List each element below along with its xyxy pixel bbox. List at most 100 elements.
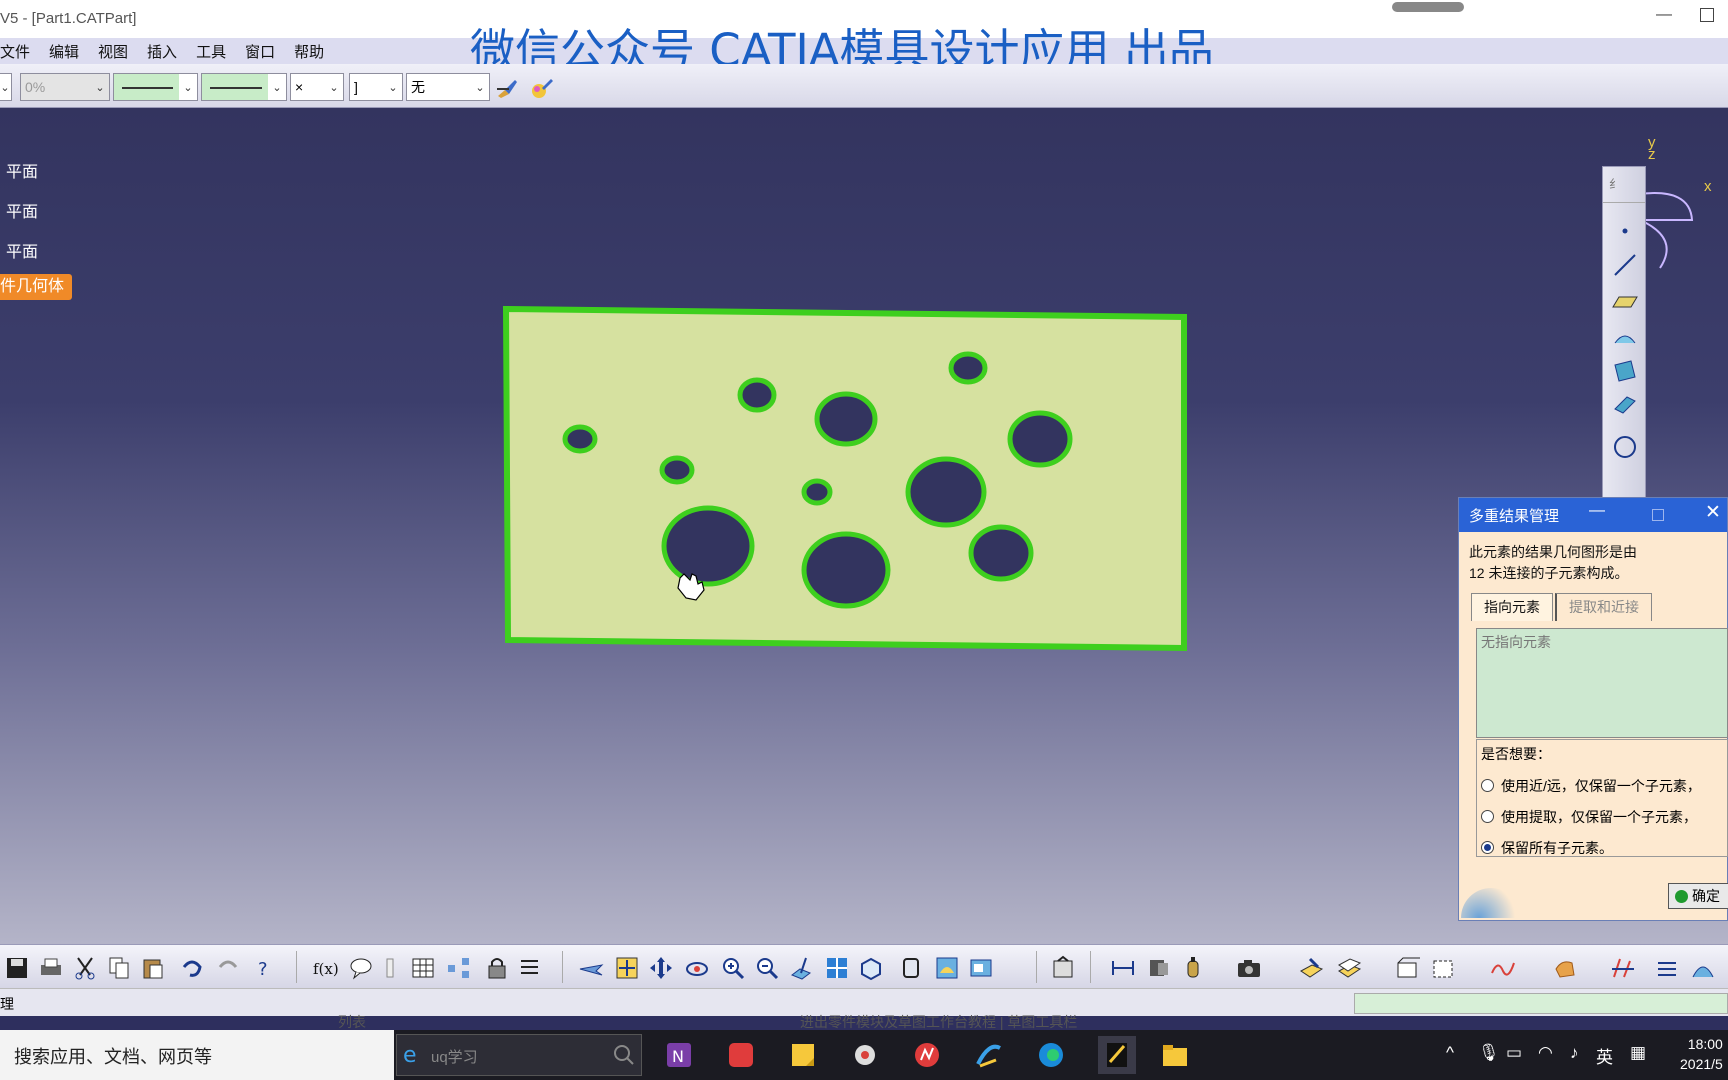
menu-view[interactable]: 视图 xyxy=(98,41,128,62)
close-icon[interactable]: ✕ xyxy=(1705,501,1721,524)
capture-camera-icon[interactable] xyxy=(1236,955,1262,981)
taskbar-search-box[interactable]: 搜索应用、文档、网页等 xyxy=(0,1030,394,1080)
paint-brush-icon[interactable] xyxy=(495,76,519,100)
radio-near-far[interactable] xyxy=(1481,779,1494,792)
line-thickness-combo[interactable]: ⌄ xyxy=(113,73,198,101)
swap-visible-space-icon[interactable] xyxy=(968,955,994,981)
plane-icon[interactable] xyxy=(1611,287,1639,315)
wifi-icon[interactable]: ◠ xyxy=(1538,1043,1553,1063)
zoom-out-icon[interactable] xyxy=(754,955,780,981)
volume-icon[interactable]: ♪ xyxy=(1570,1043,1579,1063)
internet-explorer-icon[interactable]: e xyxy=(400,1040,428,1068)
minimize-icon[interactable]: — xyxy=(1589,502,1605,520)
sketch-icon[interactable] xyxy=(1298,955,1324,981)
redo-icon[interactable] xyxy=(216,955,242,981)
search-icon[interactable] xyxy=(612,1043,636,1067)
formula-icon[interactable]: f(x) xyxy=(312,955,338,981)
maximize-icon[interactable] xyxy=(1700,8,1714,22)
knowledge-advisor-icon[interactable] xyxy=(348,955,374,981)
extrude-surface-icon[interactable] xyxy=(1611,323,1639,351)
command-input[interactable] xyxy=(1354,993,1728,1014)
normal-view-icon[interactable] xyxy=(788,955,814,981)
catia-active-window-icon[interactable] xyxy=(1098,1036,1136,1074)
paste-icon[interactable] xyxy=(140,955,166,981)
workbench-hand-icon[interactable] xyxy=(1552,955,1578,981)
transparency-combo[interactable]: 0% ⌄ xyxy=(20,73,110,101)
menu-insert[interactable]: 插入 xyxy=(147,41,177,62)
media-player-icon[interactable] xyxy=(912,1040,942,1070)
circle-icon[interactable] xyxy=(1611,433,1639,461)
option-keep-all[interactable]: 保留所有子元素。 xyxy=(1477,832,1727,863)
properties-brush-icon[interactable] xyxy=(530,76,554,100)
ie-search-box[interactable]: uq学习 xyxy=(396,1034,642,1076)
fly-mode-icon[interactable] xyxy=(578,955,604,981)
save-icon[interactable] xyxy=(4,955,30,981)
line-type-combo[interactable]: ⌄ xyxy=(201,73,287,101)
print-icon[interactable] xyxy=(38,955,64,981)
maximize-icon[interactable] xyxy=(1652,509,1664,521)
point-icon[interactable] xyxy=(1611,217,1639,245)
microphone-icon[interactable]: 🎙 xyxy=(1478,1043,1500,1063)
file-explorer-icon[interactable] xyxy=(1160,1040,1190,1070)
measure-item-icon[interactable] xyxy=(1146,955,1172,981)
hide-show-icon[interactable] xyxy=(934,955,960,981)
shelling-icon[interactable] xyxy=(1394,955,1420,981)
ime-language[interactable]: 英 xyxy=(1596,1043,1613,1068)
clock[interactable]: 18:00 2021/5 xyxy=(1680,1034,1723,1074)
menu-edit[interactable]: 编辑 xyxy=(49,41,79,62)
option-near-far[interactable]: 使用近/远，仅保留一个子元素， xyxy=(1477,770,1727,801)
measure-between-icon[interactable] xyxy=(1110,955,1136,981)
rendering-style-combo[interactable]: ] ⌄ xyxy=(349,73,403,101)
battery-icon[interactable]: ▭ xyxy=(1506,1043,1522,1063)
multi-view-icon[interactable] xyxy=(824,955,850,981)
lock-icon[interactable] xyxy=(484,955,510,981)
edge-browser-icon[interactable] xyxy=(1036,1040,1066,1070)
tray-expand-icon[interactable]: ^ xyxy=(1446,1043,1454,1063)
shape-analysis-icon[interactable] xyxy=(1654,955,1680,981)
positioned-sketch-icon[interactable] xyxy=(1336,955,1362,981)
menu-tools[interactable]: 工具 xyxy=(196,41,226,62)
surface-curvature-icon[interactable] xyxy=(1490,955,1516,981)
measure-inertia-icon[interactable] xyxy=(1180,955,1206,981)
color-combo[interactable]: ⌄ xyxy=(0,73,12,101)
shading-icon[interactable] xyxy=(898,955,924,981)
iso-view-icon[interactable] xyxy=(858,955,884,981)
radio-keep-all[interactable] xyxy=(1481,841,1494,854)
layer-combo[interactable]: 无 ⌄ xyxy=(406,73,490,101)
offset-surface-icon[interactable] xyxy=(1611,391,1639,419)
app-pinwheel-icon[interactable] xyxy=(850,1040,880,1070)
line-icon[interactable] xyxy=(1611,251,1639,279)
catia-app-icon[interactable] xyxy=(974,1040,1004,1070)
option-extract[interactable]: 使用提取，仅保留一个子元素， xyxy=(1477,801,1727,832)
cut-icon[interactable] xyxy=(72,955,98,981)
undo-icon[interactable] xyxy=(178,955,204,981)
scroll-indicator[interactable] xyxy=(1392,2,1464,12)
fill-surface-icon[interactable] xyxy=(1611,357,1639,385)
fit-all-icon[interactable] xyxy=(614,955,640,981)
menu-window[interactable]: 窗口 xyxy=(245,41,275,62)
rotate-icon[interactable] xyxy=(684,955,710,981)
youdao-icon[interactable] xyxy=(726,1040,756,1070)
thickness-icon[interactable] xyxy=(1430,955,1456,981)
tab-pointed-element[interactable]: 指向元素 xyxy=(1471,593,1553,621)
ime-grid-icon[interactable]: ▦ xyxy=(1630,1043,1646,1063)
whats-this-icon[interactable]: ? xyxy=(252,955,278,981)
zoom-in-icon[interactable] xyxy=(720,955,746,981)
sticky-notes-icon[interactable] xyxy=(788,1040,818,1070)
onenote-icon[interactable]: N xyxy=(664,1040,694,1070)
menu-help[interactable]: 帮助 xyxy=(294,41,324,62)
point-symbol-combo[interactable]: × ⌄ xyxy=(290,73,344,101)
tab-extract-near[interactable]: 提取和近接 xyxy=(1555,593,1652,621)
catalog-icon[interactable] xyxy=(378,955,404,981)
fx-analysis-icon[interactable] xyxy=(1610,955,1636,981)
toolbar-title[interactable]: 纟 xyxy=(1603,167,1645,203)
pan-icon[interactable] xyxy=(648,955,674,981)
dialog-title-bar[interactable]: 多重结果管理 — ✕ xyxy=(1459,498,1727,532)
copy-icon[interactable] xyxy=(106,955,132,981)
connect-checker-icon[interactable] xyxy=(1690,955,1716,981)
minimize-icon[interactable]: — xyxy=(1656,6,1672,24)
list-icon[interactable] xyxy=(518,955,544,981)
design-table-icon[interactable] xyxy=(410,955,436,981)
tree-structure-icon[interactable] xyxy=(446,955,472,981)
pointed-element-list[interactable]: 无指向元素 xyxy=(1476,628,1728,738)
